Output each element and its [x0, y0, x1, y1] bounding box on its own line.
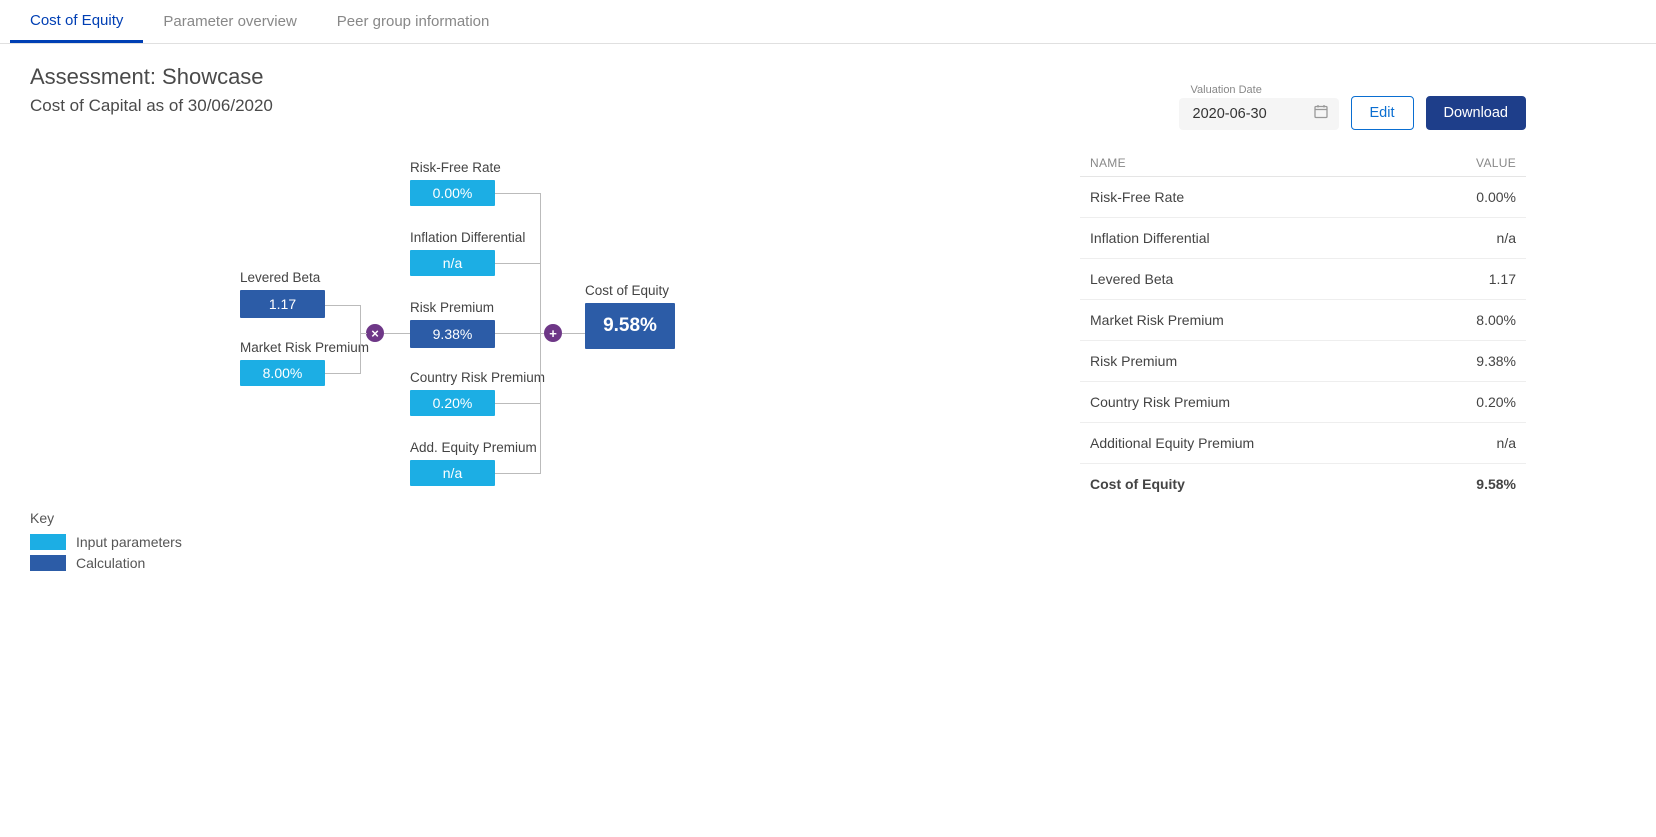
col-value: VALUE: [1416, 150, 1526, 177]
node-label: Country Risk Premium: [410, 370, 545, 385]
connector: [360, 333, 367, 334]
table-row: Market Risk Premium8.00%: [1080, 300, 1526, 341]
connector: [325, 373, 360, 374]
node-label: Inflation Differential: [410, 230, 525, 245]
legend: Key Input parameters Calculation: [30, 510, 182, 576]
legend-swatch-input: [30, 534, 66, 550]
edit-button[interactable]: Edit: [1351, 96, 1414, 130]
node-value: 9.58%: [585, 303, 675, 349]
connector: [562, 333, 585, 334]
table-row: Country Risk Premium0.20%: [1080, 382, 1526, 423]
parameters-table: NAME VALUE Risk-Free Rate0.00% Inflation…: [1080, 150, 1526, 504]
node-risk-premium: Risk Premium 9.38%: [410, 300, 495, 348]
valuation-date-label: Valuation Date: [1179, 84, 1339, 96]
node-label: Risk-Free Rate: [410, 160, 501, 175]
table-row: Levered Beta1.17: [1080, 259, 1526, 300]
node-value: n/a: [410, 460, 495, 486]
node-add-equity-premium: Add. Equity Premium n/a: [410, 440, 537, 486]
node-value: 8.00%: [240, 360, 325, 386]
page-title: Assessment: Showcase: [30, 64, 273, 90]
col-name: NAME: [1080, 150, 1416, 177]
node-label: Risk Premium: [410, 300, 495, 315]
connector: [495, 403, 540, 404]
legend-title: Key: [30, 510, 182, 526]
node-label: Market Risk Premium: [240, 340, 369, 355]
table-row-total: Cost of Equity9.58%: [1080, 464, 1526, 505]
node-value: 1.17: [240, 290, 325, 318]
node-inflation-differential: Inflation Differential n/a: [410, 230, 525, 276]
plus-icon: +: [544, 324, 562, 342]
download-button[interactable]: Download: [1426, 96, 1527, 130]
connector: [495, 473, 540, 474]
valuation-date-group: Valuation Date: [1179, 84, 1339, 130]
node-label: Add. Equity Premium: [410, 440, 537, 455]
table-row: Risk-Free Rate0.00%: [1080, 177, 1526, 218]
legend-input-label: Input parameters: [76, 534, 182, 550]
tab-peer-group[interactable]: Peer group information: [317, 0, 510, 43]
page-subtitle: Cost of Capital as of 30/06/2020: [30, 96, 273, 116]
node-country-risk-premium: Country Risk Premium 0.20%: [410, 370, 545, 416]
node-levered-beta: Levered Beta 1.17: [240, 270, 325, 318]
legend-calc-label: Calculation: [76, 555, 145, 571]
tab-parameter-overview[interactable]: Parameter overview: [143, 0, 316, 43]
node-label: Levered Beta: [240, 270, 325, 285]
node-value: 0.20%: [410, 390, 495, 416]
table-row: Inflation Differentialn/a: [1080, 218, 1526, 259]
connector: [495, 193, 540, 194]
cost-of-equity-diagram: Levered Beta 1.17 Market Risk Premium 8.…: [30, 150, 1050, 580]
node-label: Cost of Equity: [585, 283, 675, 298]
connector: [384, 333, 410, 334]
tab-bar: Cost of Equity Parameter overview Peer g…: [0, 0, 1656, 44]
node-value: n/a: [410, 250, 495, 276]
node-value: 9.38%: [410, 320, 495, 348]
node-cost-of-equity: Cost of Equity 9.58%: [585, 283, 675, 349]
multiply-icon: ×: [366, 324, 384, 342]
tab-cost-of-equity[interactable]: Cost of Equity: [10, 0, 143, 43]
table-row: Risk Premium9.38%: [1080, 341, 1526, 382]
connector: [495, 263, 540, 264]
parameters-table-area: NAME VALUE Risk-Free Rate0.00% Inflation…: [1080, 150, 1626, 580]
node-risk-free-rate: Risk-Free Rate 0.00%: [410, 160, 501, 206]
node-market-risk-premium: Market Risk Premium 8.00%: [240, 340, 369, 386]
page-header: Assessment: Showcase Cost of Capital as …: [0, 44, 1656, 140]
calendar-icon[interactable]: [1313, 104, 1329, 125]
connector: [495, 333, 544, 334]
connector: [540, 193, 541, 474]
table-row: Additional Equity Premiumn/a: [1080, 423, 1526, 464]
connector: [325, 305, 360, 306]
connector: [360, 305, 361, 374]
node-value: 0.00%: [410, 180, 495, 206]
legend-swatch-calc: [30, 555, 66, 571]
